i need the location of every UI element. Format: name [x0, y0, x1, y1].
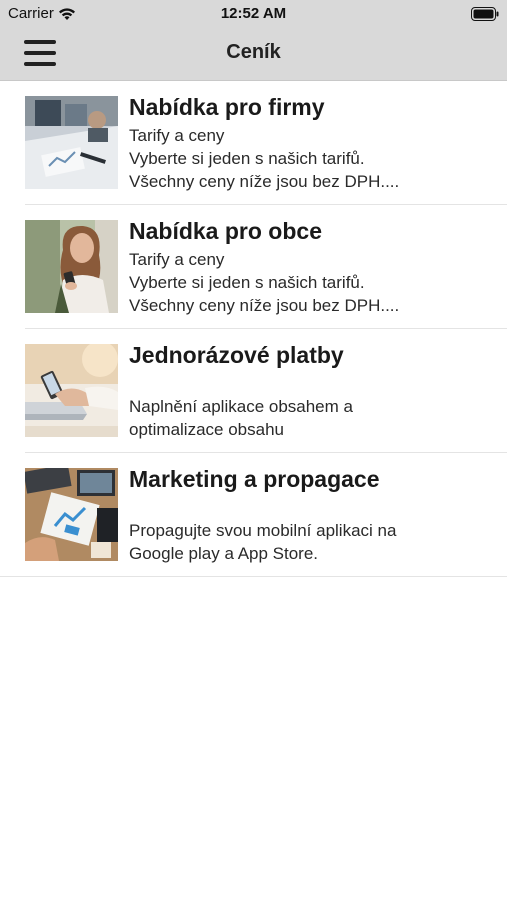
- woman-with-phone-image: [25, 220, 118, 313]
- marketing-desk-image: [25, 468, 118, 561]
- pricing-list: Nabídka pro firmy Tarify a ceny Vyberte …: [0, 81, 507, 577]
- item-description: Naplnění aplikace obsahem a optimalizace…: [129, 397, 353, 439]
- status-bar: Carrier 12:52 AM: [0, 0, 507, 28]
- item-title: Nabídka pro firmy: [129, 94, 325, 120]
- page-title: Ceník: [226, 41, 281, 63]
- status-time: 12:52 AM: [220, 5, 287, 22]
- list-item-nabidka-pro-obce[interactable]: Nabídka pro obce Tarify a ceny Vyberte s…: [0, 205, 507, 329]
- item-title: Marketing a propagace: [129, 466, 380, 492]
- business-meeting-image: [25, 96, 118, 189]
- item-subtitle: Tarify a ceny: [129, 250, 225, 269]
- item-title: Jednorázové platby: [129, 342, 344, 368]
- divider: [0, 576, 507, 577]
- battery-icon: [471, 7, 499, 21]
- navigation-bar: Ceník: [0, 28, 507, 81]
- item-title: Nabídka pro obce: [129, 218, 322, 244]
- list-item-marketing-a-propagace[interactable]: Marketing a propagace Propagujte svou mo…: [0, 453, 507, 577]
- item-description: Vyberte si jeden s našich tarifů. Všechn…: [129, 273, 400, 315]
- list-item-nabidka-pro-firmy[interactable]: Nabídka pro firmy Tarify a ceny Vyberte …: [0, 81, 507, 205]
- item-subtitle: Tarify a ceny: [129, 126, 225, 145]
- item-description: Vyberte si jeden s našich tarifů. Všechn…: [129, 149, 400, 191]
- list-item-jednorazove-platby[interactable]: Jednorázové platby Naplnění aplikace obs…: [0, 329, 507, 453]
- item-description: Propagujte svou mobilní aplikaci na Goog…: [129, 521, 397, 563]
- laptop-and-phone-image: [25, 344, 118, 437]
